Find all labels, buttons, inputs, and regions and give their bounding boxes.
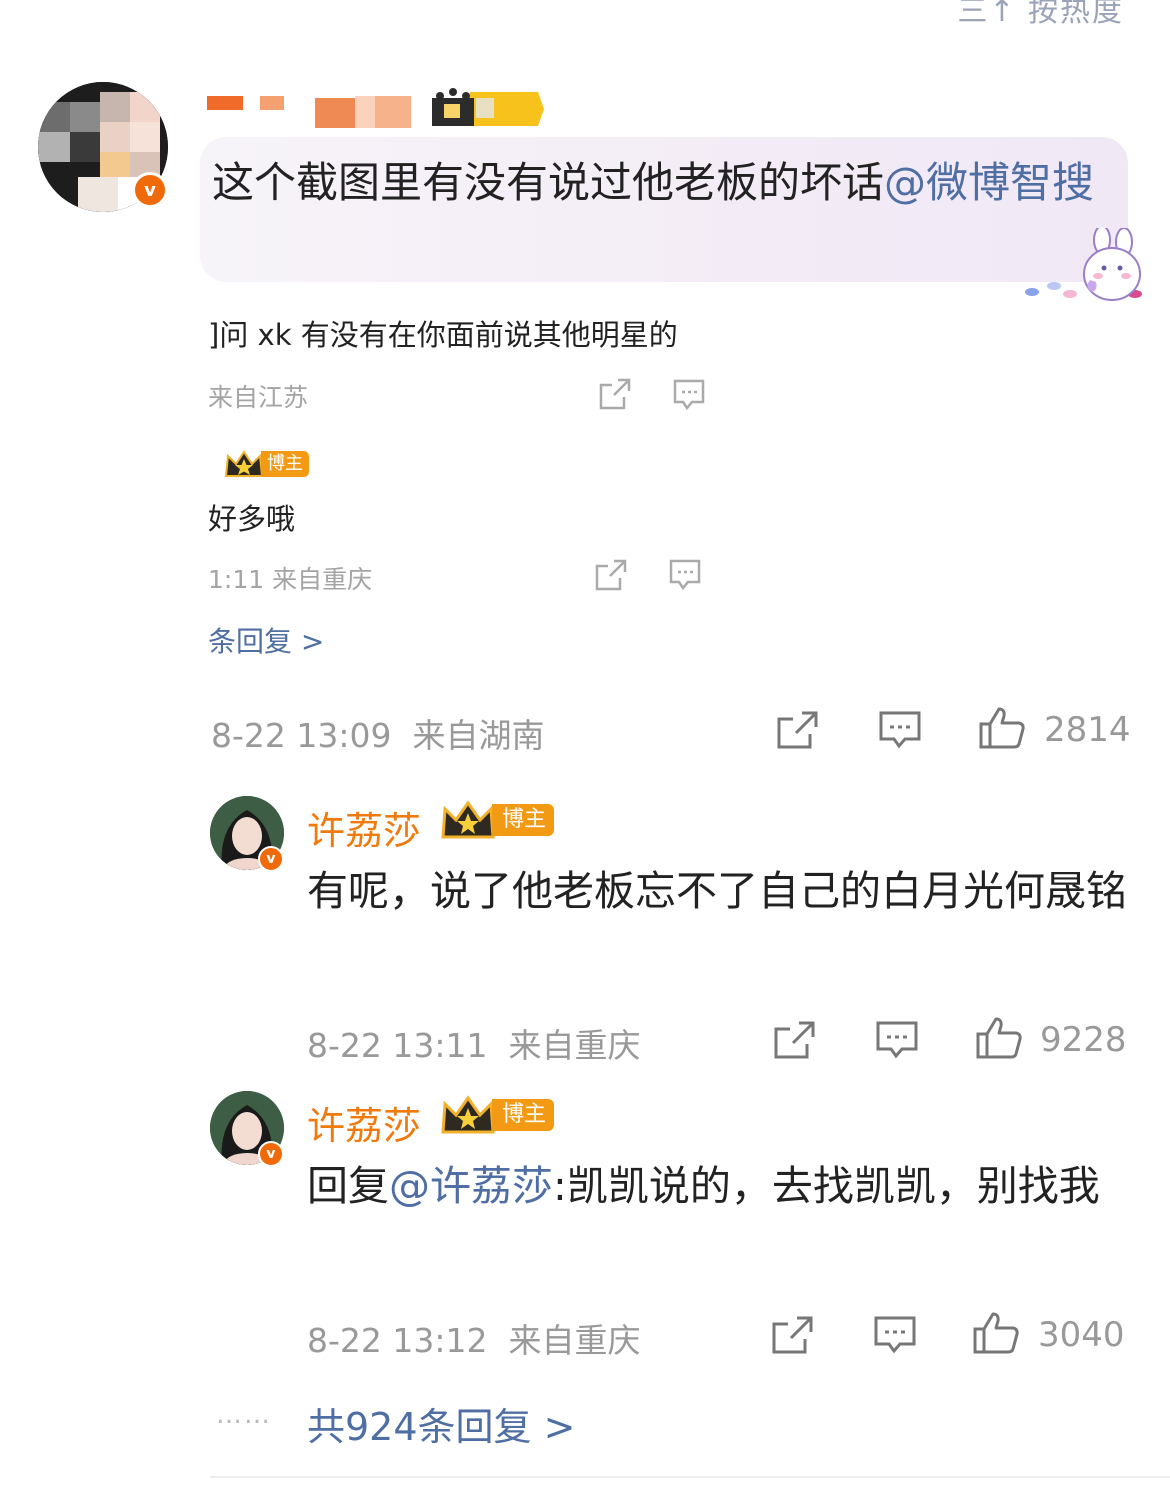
more-replies-link[interactable]: 共924条回复 > — [307, 1396, 575, 1451]
bunny-sticker-icon — [1020, 225, 1150, 308]
commenter-name-redacted[interactable] — [205, 92, 415, 130]
embedded-comment-icon — [673, 379, 705, 411]
reply-verified-icon: v — [258, 1141, 284, 1167]
reply-location: 来自重庆 — [508, 1321, 641, 1360]
comment-time: 8-22 13:09 — [211, 716, 392, 755]
comment-location: 来自湖南 — [412, 716, 545, 755]
embedded-more-replies: 条回复 > — [208, 625, 325, 658]
embedded-text-line-1: ]问 xk 有没有在你面前说其他明星的 — [208, 318, 678, 352]
reply-mention-link[interactable]: @许荔莎 — [389, 1162, 553, 1210]
reply-time: 8-22 13:11 — [307, 1026, 488, 1065]
mention-link[interactable]: @微博智搜 — [884, 158, 1094, 207]
like-count: 9228 — [1040, 1020, 1127, 1060]
share-icon[interactable] — [771, 1315, 815, 1355]
like-icon[interactable] — [978, 706, 1026, 750]
reply-meta: 8-22 13:12 来自重庆 — [307, 1314, 640, 1362]
comment-icon[interactable] — [873, 1315, 917, 1355]
reply-author[interactable]: 许荔莎 — [307, 1095, 421, 1150]
comment-text: 这个截图里有没有说过他老板的坏话@微博智搜 — [212, 150, 1117, 216]
embedded-blogger-badge: 博主 — [224, 448, 309, 480]
reply-location: 来自重庆 — [508, 1026, 641, 1065]
blogger-badge-label: 博主 — [492, 804, 555, 836]
comment-icon[interactable] — [878, 710, 922, 750]
embedded-meta-2: 1:11 来自重庆 — [208, 565, 373, 594]
reply-meta: 8-22 13:11 来自重庆 — [307, 1019, 640, 1067]
embedded-badge-label: 博主 — [261, 451, 309, 477]
share-icon[interactable] — [776, 710, 820, 750]
blogger-badge: 博主 — [440, 800, 555, 840]
blogger-badge-label: 博主 — [492, 1099, 555, 1131]
comment-body: 这个截图里有没有说过他老板的坏话 — [212, 158, 885, 207]
reply-text: 有呢，说了他老板忘不了自己的白月光何晟铭 — [307, 867, 1127, 915]
like-icon[interactable] — [972, 1311, 1020, 1355]
ellipsis-divider: …… — [216, 1400, 272, 1430]
reply-verified-icon: v — [258, 846, 284, 872]
embedded-meta-1: 来自江苏 — [208, 383, 309, 412]
embedded-text-line-2: 好多哦 — [208, 502, 296, 536]
verified-badge-icon: v — [132, 172, 168, 208]
reply-time: 8-22 13:12 — [307, 1321, 488, 1360]
sort-toggle[interactable]: 三↑ 按热度 — [957, 0, 1124, 30]
comment-icon[interactable] — [875, 1020, 919, 1060]
blogger-badge: 博主 — [440, 1095, 555, 1135]
like-count: 3040 — [1038, 1315, 1125, 1355]
reply-text: 回复@许荔莎:凯凯说的，去找凯凯，别找我 — [307, 1153, 1127, 1219]
reply-author[interactable]: 许荔莎 — [307, 800, 421, 855]
embedded-share-icon-2 — [595, 559, 627, 591]
reply-body: :凯凯说的，去找凯凯，别找我 — [553, 1162, 1100, 1210]
embedded-comment-icon-2 — [669, 559, 701, 591]
like-icon[interactable] — [975, 1016, 1023, 1060]
membership-crown-icon — [430, 88, 545, 130]
share-icon[interactable] — [773, 1020, 817, 1060]
reply-prefix: 回复 — [307, 1162, 389, 1210]
bottom-divider — [210, 1476, 1170, 1478]
like-count: 2814 — [1044, 710, 1131, 750]
comment-meta: 8-22 13:09 来自湖南 — [211, 709, 544, 757]
embedded-share-icon — [599, 378, 631, 410]
